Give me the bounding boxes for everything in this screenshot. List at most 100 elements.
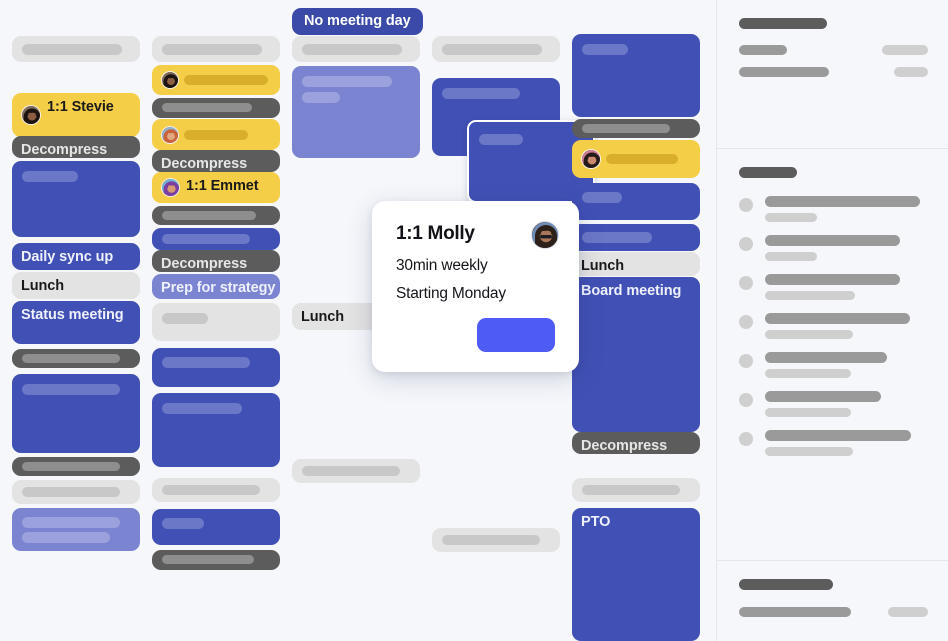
event-title: Board meeting (581, 283, 682, 299)
event-placeholder-bar (162, 357, 250, 368)
calendar-event-placeholder[interactable] (292, 36, 420, 62)
calendar-event-placeholder[interactable] (12, 457, 140, 476)
event-title: Status meeting (21, 307, 124, 323)
event-placeholder-bar (302, 44, 402, 55)
calendar-event-placeholder[interactable] (152, 348, 280, 387)
calendar-event-placeholder[interactable] (292, 459, 420, 483)
calendar-event-decompress[interactable]: Decompress (572, 432, 700, 454)
calendar-event-placeholder[interactable] (432, 528, 560, 552)
event-placeholder-bar (582, 124, 670, 133)
calendar-event-placeholder[interactable] (12, 508, 140, 551)
calendar-event-placeholder[interactable] (152, 303, 280, 341)
list-item[interactable] (739, 352, 928, 378)
calendar-event-daily-sync-up[interactable]: Daily sync up (12, 243, 140, 270)
row-right-value (894, 67, 928, 77)
calendar-event-placeholder[interactable] (432, 36, 560, 62)
row-right-value (888, 607, 928, 617)
list-item[interactable] (739, 235, 928, 261)
calendar-event-placeholder[interactable] (152, 393, 280, 467)
calendar-event-lunch[interactable]: Lunch (572, 252, 700, 276)
calendar-event-decompress[interactable]: Decompress (152, 250, 280, 272)
event-placeholder-bar (22, 171, 78, 182)
calendar-event-1-1-stevie[interactable]: 1:1 Stevie (12, 93, 140, 137)
event-placeholder-bar (22, 517, 120, 528)
calendar-event-decompress[interactable]: Decompress (12, 136, 140, 158)
event-detail-popup[interactable]: 1:1 Molly 30min weekly Starting Monday (372, 201, 579, 372)
calendar-event-prep-for-strategy[interactable]: Prep for strategy (152, 274, 280, 299)
calendar-event-placeholder[interactable] (12, 36, 140, 62)
calendar-event-pto[interactable]: PTO (572, 508, 700, 641)
calendar-event-placeholder[interactable] (572, 224, 700, 251)
calendar-grid[interactable]: 1:1 Stevie Decompress Daily sync up Lunch St… (0, 0, 716, 641)
event-title: Decompress (581, 438, 668, 454)
list-item[interactable] (739, 274, 928, 300)
event-placeholder-bar (162, 44, 262, 55)
event-title: Decompress (21, 142, 108, 158)
event-placeholder-bar (22, 532, 110, 543)
calendar-column-2: Decompress 1:1 Emmet Decompress Prep for st… (152, 0, 280, 641)
calendar-event-placeholder[interactable] (12, 374, 140, 453)
sidebar-panel-footer (717, 560, 948, 641)
calendar-event-placeholder[interactable] (572, 140, 700, 178)
calendar-event-1-1-emmet[interactable]: 1:1 Emmet (152, 172, 280, 203)
event-placeholder-bar (184, 130, 248, 140)
calendar-event-placeholder[interactable] (152, 36, 280, 62)
sidebar-list[interactable] (739, 196, 928, 456)
calendar-event-placeholder[interactable] (152, 228, 280, 250)
list-item-title (765, 196, 920, 207)
panel-header-title (739, 18, 827, 29)
list-item-title (765, 430, 911, 441)
calendar-event-placeholder[interactable] (572, 119, 700, 138)
calendar-event-placeholder[interactable] (12, 161, 140, 237)
list-item-title (765, 352, 887, 363)
calendar-event-decompress[interactable]: Decompress (152, 150, 280, 172)
event-placeholder-bar (162, 103, 252, 112)
sidebar-panel-list (717, 148, 948, 560)
avatar (739, 393, 753, 407)
calendar-event-placeholder[interactable] (152, 98, 280, 118)
event-placeholder-bar (22, 354, 120, 363)
event-placeholder-bar (22, 384, 120, 395)
calendar-event-placeholder[interactable] (572, 34, 700, 117)
attendee-avatar (161, 71, 179, 89)
calendar-event-placeholder[interactable] (292, 66, 420, 158)
list-item[interactable] (739, 391, 928, 417)
panel-footer-row (739, 607, 928, 617)
avatar (739, 432, 753, 446)
calendar-event-placeholder[interactable] (572, 183, 700, 220)
list-item-subtitle (765, 408, 851, 417)
avatar (739, 198, 753, 212)
event-title: Lunch (581, 258, 624, 274)
list-item[interactable] (739, 196, 928, 222)
panel-footer-title (739, 579, 833, 590)
scheduling-app: 1:1 Stevie Decompress Daily sync up Lunch St… (0, 0, 948, 641)
calendar-event-placeholder[interactable] (152, 119, 280, 150)
avatar (739, 276, 753, 290)
list-item-subtitle (765, 447, 853, 456)
event-placeholder-bar (162, 518, 204, 529)
list-item[interactable] (739, 313, 928, 339)
calendar-event-placeholder[interactable] (572, 478, 700, 502)
attendee-avatar (161, 126, 179, 144)
calendar-event-placeholder[interactable] (152, 206, 280, 225)
event-placeholder-bar (22, 44, 122, 55)
calendar-event-placeholder[interactable] (152, 550, 280, 570)
calendar-event-placeholder[interactable] (152, 509, 280, 545)
calendar-event-placeholder[interactable] (12, 480, 140, 504)
calendar-event-placeholder[interactable] (152, 65, 280, 95)
panel-header-row (739, 45, 928, 55)
list-item[interactable] (739, 430, 928, 456)
event-title: Daily sync up (21, 249, 114, 265)
event-placeholder-bar (22, 462, 120, 471)
list-item-title (765, 274, 900, 285)
event-placeholder-bar (162, 211, 256, 220)
chip-no-meeting-day[interactable]: No meeting day (292, 8, 423, 35)
event-placeholder-bar (184, 75, 268, 85)
calendar-event-status-meeting[interactable]: Status meeting (12, 301, 140, 344)
calendar-event-lunch[interactable]: Lunch (12, 272, 140, 299)
calendar-event-board-meeting[interactable]: Board meeting (572, 277, 700, 432)
calendar-event-placeholder[interactable] (152, 478, 280, 502)
event-placeholder-bar (442, 44, 542, 55)
calendar-event-placeholder[interactable] (12, 349, 140, 368)
popup-confirm-button[interactable] (477, 318, 555, 352)
